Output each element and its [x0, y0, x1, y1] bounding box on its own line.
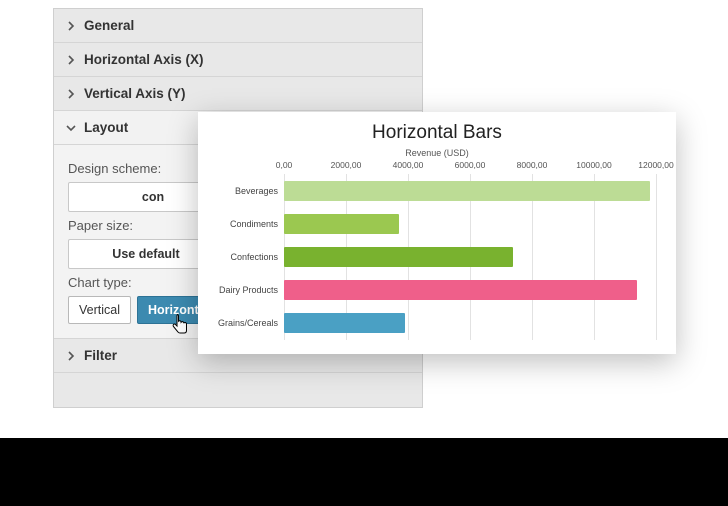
axis-tick: 12000,00 — [638, 160, 673, 170]
axis-tick: 6000,00 — [455, 160, 486, 170]
bar — [284, 214, 399, 234]
black-strip — [0, 438, 728, 506]
axis-tick: 2000,00 — [331, 160, 362, 170]
bar-row: Dairy Products — [284, 274, 656, 307]
bar-row: Grains/Cereals — [284, 307, 656, 340]
bar-category-label: Confections — [230, 252, 284, 262]
bar — [284, 280, 637, 300]
bar-row: Condiments — [284, 207, 656, 240]
section-label: Layout — [84, 120, 128, 135]
chart-plot: 0,002000,004000,006000,008000,0010000,00… — [284, 160, 656, 340]
gridline — [656, 174, 657, 340]
section-label: Vertical Axis (Y) — [84, 86, 186, 101]
chevron-right-icon — [66, 89, 76, 99]
chevron-right-icon — [66, 351, 76, 361]
section-horizontal-axis[interactable]: Horizontal Axis (X) — [54, 43, 422, 77]
bar — [284, 181, 650, 201]
chevron-right-icon — [66, 21, 76, 31]
axis-tick: 4000,00 — [393, 160, 424, 170]
section-label: Horizontal Axis (X) — [84, 52, 204, 67]
bar-category-label: Grains/Cereals — [218, 318, 284, 328]
bar-row: Confections — [284, 240, 656, 273]
chart-axis-title: Revenue (USD) — [214, 148, 660, 158]
bar-row: Beverages — [284, 174, 656, 207]
chart-title: Horizontal Bars — [214, 122, 660, 144]
axis-tick: 8000,00 — [517, 160, 548, 170]
bar-category-label: Condiments — [230, 219, 284, 229]
axis-tick: 10000,00 — [576, 160, 611, 170]
section-general[interactable]: General — [54, 9, 422, 43]
section-label: Filter — [84, 348, 117, 363]
bar — [284, 313, 405, 333]
axis-tick: 0,00 — [276, 160, 293, 170]
bar — [284, 247, 513, 267]
chart-preview: Horizontal Bars Revenue (USD) 0,00 2000,0… — [198, 112, 676, 354]
section-label: General — [84, 18, 134, 33]
section-vertical-axis[interactable]: Vertical Axis (Y) — [54, 77, 422, 111]
bar-category-label: Beverages — [235, 186, 284, 196]
chevron-right-icon — [66, 55, 76, 65]
design-scheme-value: con — [142, 190, 164, 204]
chart-type-vertical-button[interactable]: Vertical — [68, 296, 131, 324]
bar-category-label: Dairy Products — [219, 285, 284, 295]
chevron-down-icon — [66, 123, 76, 133]
